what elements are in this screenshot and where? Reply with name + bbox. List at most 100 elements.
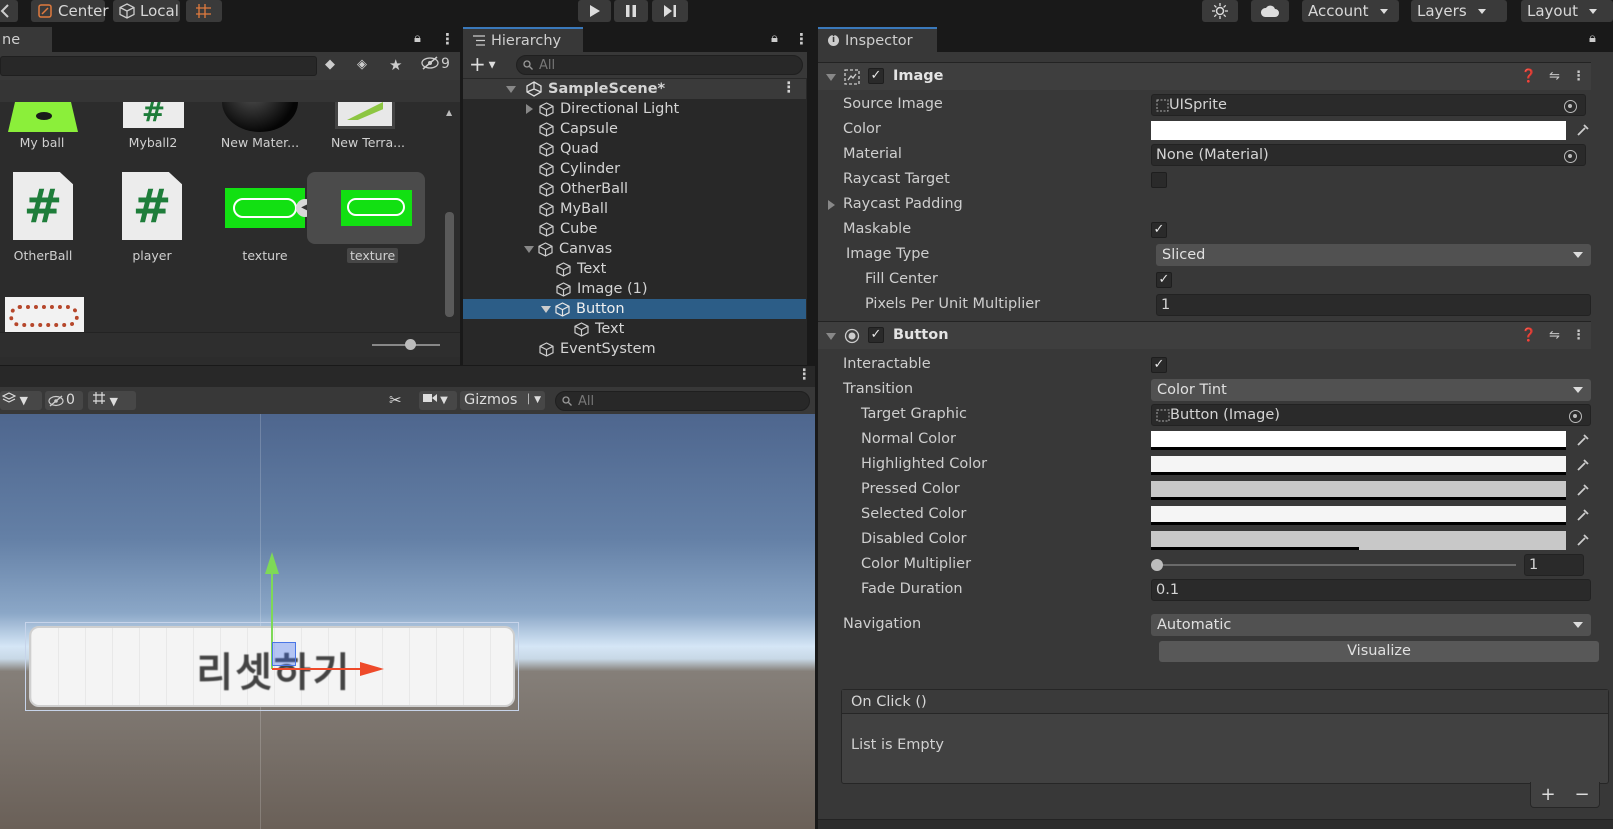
hierarchy-search-input[interactable]: All [516, 55, 803, 75]
preset-icon[interactable]: ⇋ [1549, 328, 1560, 343]
pivot-center-toggle[interactable]: Center [31, 0, 109, 22]
object-picker-icon[interactable] [1569, 410, 1582, 423]
eyedropper-icon[interactable] [1576, 533, 1590, 547]
pivot-space-toggle[interactable]: Local [113, 0, 180, 22]
hierarchy-item[interactable]: Cube [463, 219, 806, 239]
object-picker-icon[interactable] [1564, 150, 1577, 163]
raycast-padding-row[interactable]: Raycast Padding [818, 193, 1591, 217]
tools-icon[interactable]: ✂ [389, 391, 402, 409]
play-button[interactable] [578, 0, 611, 22]
object-picker-icon[interactable] [1564, 100, 1577, 113]
highlighted-color-swatch[interactable] [1151, 456, 1566, 475]
gizmos-dropdown[interactable]: Gizmos │ ▼ [460, 391, 545, 410]
script-file-icon[interactable]: # [122, 172, 182, 240]
collab-button[interactable] [1202, 0, 1238, 22]
x-axis-arrow-icon[interactable] [360, 661, 384, 677]
help-icon[interactable]: ❓ [1521, 69, 1537, 84]
script-file-icon[interactable]: # [13, 172, 73, 240]
color-multiplier-field[interactable]: 1 [1524, 554, 1584, 576]
expand-arrow-icon[interactable] [541, 305, 551, 313]
fill-center-checkbox[interactable]: ✓ [1156, 272, 1172, 288]
scene-menu-icon[interactable]: ⋮ [782, 80, 797, 96]
hierarchy-item[interactable]: Text [463, 259, 806, 279]
help-icon[interactable]: ❓ [1521, 328, 1537, 343]
terrain-thumbnail[interactable] [335, 102, 395, 129]
hierarchy-menu-icon[interactable]: ⋮ [794, 30, 809, 48]
draw-mode-dropdown[interactable]: ▼ [0, 391, 42, 410]
component-menu-icon[interactable]: ⋮ [1572, 328, 1585, 343]
preset-icon[interactable]: ⇋ [1549, 69, 1560, 84]
tab-inspector[interactable]: i Inspector [818, 27, 937, 52]
material-field[interactable]: None (Material) [1151, 144, 1586, 166]
camera-dropdown[interactable]: ▼ [419, 391, 457, 410]
foldout-arrow-icon[interactable] [826, 74, 836, 81]
step-button[interactable] [652, 0, 688, 22]
script-file-icon[interactable]: # [123, 102, 184, 128]
visualize-button[interactable]: Visualize [1159, 641, 1599, 662]
hierarchy-item[interactable]: Quad [463, 139, 806, 159]
hierarchy-item[interactable]: Capsule [463, 119, 806, 139]
color-swatch[interactable] [1151, 121, 1566, 140]
ppu-field[interactable]: 1 [1156, 294, 1591, 316]
eyedropper-icon[interactable] [1576, 123, 1590, 137]
fade-duration-field[interactable]: 0.1 [1151, 579, 1591, 601]
filter-type-icon[interactable]: ◆ [325, 57, 335, 72]
component-menu-icon[interactable]: ⋮ [1572, 69, 1585, 84]
hidden-packages-toggle[interactable]: 9 [421, 56, 450, 72]
project-scrollbar[interactable]: ▲ ▼ [440, 102, 460, 352]
move-gizmo-x-axis[interactable] [272, 668, 362, 670]
target-graphic-field[interactable]: Button (Image) [1151, 404, 1591, 426]
favorite-star-icon[interactable]: ★ [389, 56, 402, 74]
texture-thumbnail[interactable] [225, 188, 305, 228]
grid-toggle[interactable]: ▼ [88, 391, 136, 410]
hierarchy-item[interactable]: Cylinder [463, 159, 806, 179]
disabled-color-swatch[interactable] [1151, 531, 1566, 550]
scene-menu-icon[interactable]: ⋮ [797, 367, 812, 383]
foldout-arrow-icon[interactable] [826, 333, 836, 340]
selected-color-swatch[interactable] [1151, 506, 1566, 525]
multiplier-slider-track[interactable] [1156, 564, 1516, 566]
transition-dropdown[interactable]: Color Tint [1151, 379, 1591, 401]
layout-dropdown[interactable]: Layout [1521, 0, 1613, 22]
material-thumbnail[interactable] [222, 102, 298, 132]
scroll-thumb[interactable] [445, 212, 454, 317]
remove-event-button[interactable]: − [1574, 784, 1589, 805]
hierarchy-item[interactable]: Canvas [463, 239, 806, 259]
scene-viewport[interactable]: 리셋하기 [0, 414, 815, 829]
multiplier-slider-thumb[interactable] [1151, 559, 1163, 571]
hierarchy-item[interactable]: MyBall [463, 199, 806, 219]
add-event-button[interactable]: + [1540, 784, 1555, 805]
navigation-dropdown[interactable]: Automatic [1151, 614, 1591, 636]
scene-search-input[interactable]: All [555, 391, 810, 411]
lock-icon[interactable]: 🔒︎ [771, 31, 778, 46]
hierarchy-item[interactable]: EventSystem [463, 339, 806, 359]
label-tag-icon[interactable]: ◈ [357, 57, 367, 72]
pause-button[interactable] [614, 0, 648, 22]
tab-project[interactable]: ne [0, 27, 52, 52]
selected-asset-highlight[interactable] [307, 172, 425, 244]
project-menu-icon[interactable]: ⋮ [440, 30, 455, 48]
pressed-color-swatch[interactable] [1151, 481, 1566, 500]
project-search-input[interactable] [0, 56, 317, 76]
interactable-checkbox[interactable]: ✓ [1151, 357, 1167, 373]
scene-row[interactable]: SampleScene* ⋮ [463, 79, 806, 99]
button-component-header[interactable]: ✓ Button ❓ ⇋ ⋮ [818, 321, 1591, 349]
zoom-slider-thumb[interactable] [405, 339, 416, 350]
eyedropper-icon[interactable] [1576, 458, 1590, 472]
hierarchy-item[interactable]: OtherBall [463, 179, 806, 199]
image-type-dropdown[interactable]: Sliced [1156, 244, 1591, 266]
move-gizmo-plane-handle[interactable] [272, 642, 296, 666]
normal-color-swatch[interactable] [1151, 431, 1566, 450]
lock-icon[interactable]: 🔒︎ [1589, 31, 1596, 46]
hierarchy-item-selected[interactable]: Button [463, 299, 806, 319]
image-enabled-checkbox[interactable]: ✓ [868, 68, 884, 84]
hierarchy-item[interactable]: Directional Light [463, 99, 806, 119]
hierarchy-item[interactable]: Image (1) [463, 279, 806, 299]
tab-hierarchy[interactable]: Hierarchy [463, 27, 583, 52]
ball-thumbnail[interactable] [8, 102, 78, 132]
cloud-button[interactable] [1251, 0, 1289, 22]
source-image-field[interactable]: UISprite [1151, 94, 1586, 116]
scene-visibility-toggle[interactable]: 0 [45, 391, 83, 410]
hierarchy-item[interactable]: Text [463, 319, 806, 339]
collapse-arrow-icon[interactable] [0, 0, 18, 22]
